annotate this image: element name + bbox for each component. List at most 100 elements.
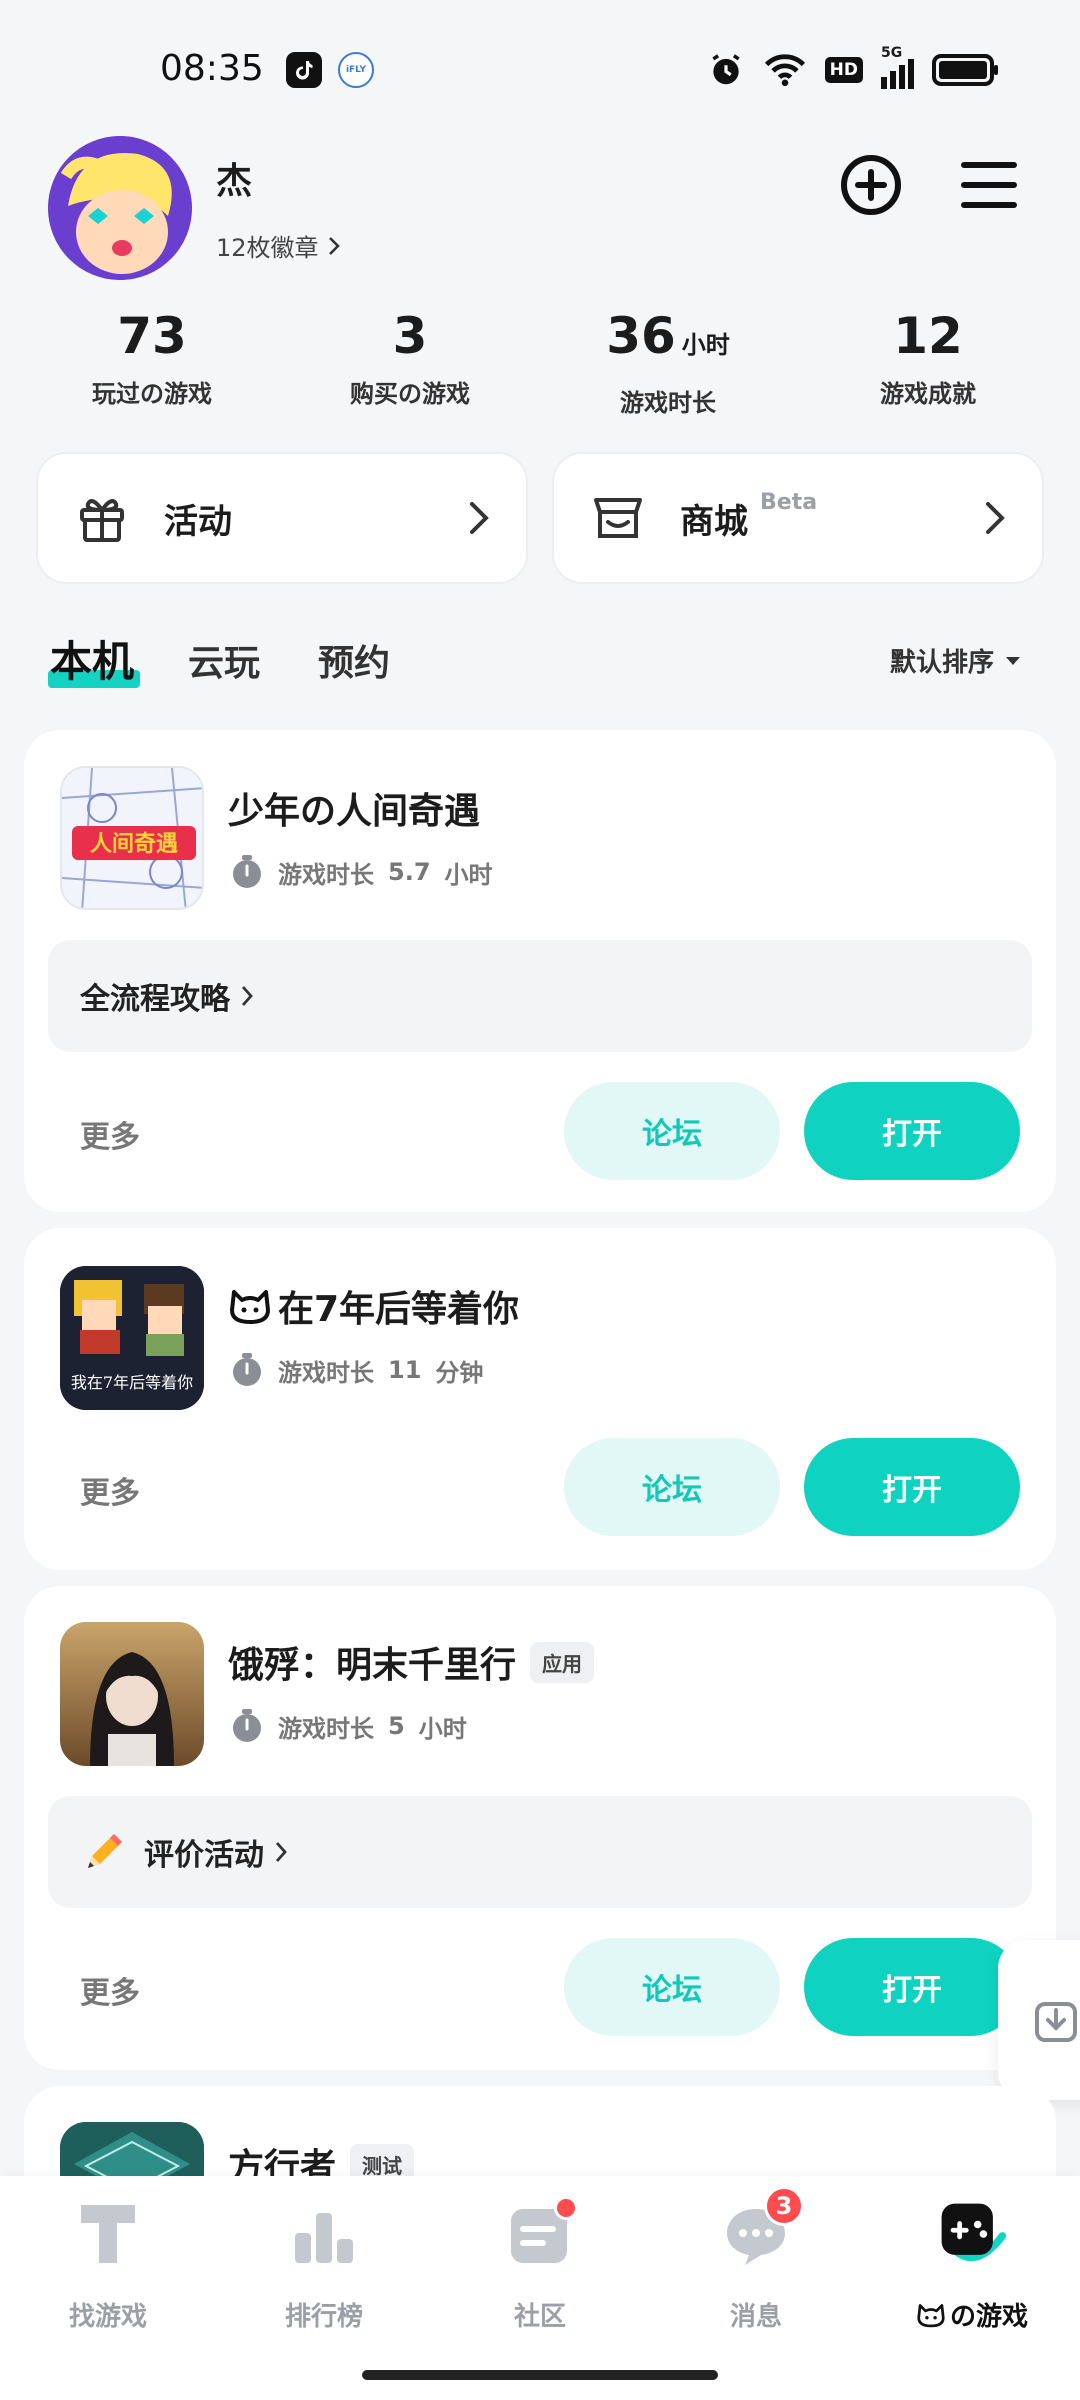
caret-down-icon bbox=[1006, 656, 1020, 665]
activity-label: 活动 bbox=[164, 501, 232, 542]
forum-button[interactable]: 论坛 bbox=[564, 1438, 780, 1536]
forum-button[interactable]: 论坛 bbox=[564, 1082, 780, 1180]
playtime-unit: 分钟 bbox=[435, 1358, 484, 1387]
badges-link[interactable]: 12枚徽章 bbox=[216, 228, 341, 263]
nav-messages[interactable]: 3 消息 bbox=[648, 2186, 864, 2333]
find-game-icon bbox=[70, 2196, 146, 2272]
guide-label: 全流程攻略 bbox=[80, 982, 230, 1017]
more-button[interactable]: 更多 bbox=[80, 1468, 140, 1512]
stat-value: 3 bbox=[392, 307, 428, 365]
stat-label: 游戏成就 bbox=[880, 380, 976, 408]
stat-purchased-games[interactable]: 3 购买の游戏 bbox=[280, 306, 540, 409]
playtime-value: 5 bbox=[388, 1712, 405, 1740]
chevron-right-icon bbox=[275, 1842, 287, 1862]
game-title-text: 少年の人间奇遇 bbox=[228, 791, 481, 832]
community-icon bbox=[502, 2196, 578, 2272]
stat-unit: 小时 bbox=[681, 331, 730, 359]
stopwatch-icon bbox=[233, 1709, 261, 1742]
playtime: 游戏时长 5.7 小时 bbox=[230, 854, 493, 890]
status-icons: HD 5G bbox=[707, 45, 1000, 90]
shop-card[interactable]: 商城 Beta bbox=[552, 452, 1044, 584]
nav-community[interactable]: 社区 bbox=[432, 2196, 648, 2333]
nav-my-games[interactable]: の游戏 bbox=[864, 2196, 1080, 2333]
stat-value: 36 bbox=[606, 307, 676, 365]
stat-value: 73 bbox=[117, 307, 187, 365]
tab-cloud[interactable]: 云玩 bbox=[188, 634, 260, 686]
tiktok-icon bbox=[286, 52, 322, 88]
open-button[interactable]: 打开 bbox=[804, 1438, 1020, 1536]
alarm-icon bbox=[712, 54, 740, 85]
more-button[interactable]: 更多 bbox=[80, 1968, 140, 2012]
signal-icon: 5G bbox=[881, 45, 914, 89]
nav-label: 社区 bbox=[513, 2302, 566, 2332]
nav-label: 找游戏 bbox=[68, 2302, 147, 2332]
hamburger-menu-icon bbox=[961, 162, 1017, 208]
download-icon bbox=[1035, 2002, 1077, 2042]
notification-dot bbox=[554, 2196, 578, 2220]
playtime-unit: 小时 bbox=[418, 1714, 467, 1743]
chevron-right-icon bbox=[470, 502, 489, 534]
message-icon: 3 bbox=[718, 2186, 804, 2272]
activity-card[interactable]: 活动 bbox=[36, 452, 528, 584]
chevron-right-icon bbox=[328, 236, 340, 255]
cat-logo-icon bbox=[230, 1290, 270, 1324]
beta-tag: Beta bbox=[760, 490, 818, 515]
ifly-icon: iFLY bbox=[338, 52, 374, 88]
stopwatch-icon bbox=[233, 1353, 261, 1386]
ranking-icon bbox=[286, 2196, 362, 2272]
battery-icon bbox=[932, 54, 998, 86]
open-button[interactable]: 打开 bbox=[804, 1082, 1020, 1180]
add-button[interactable] bbox=[838, 152, 904, 218]
stopwatch-icon bbox=[233, 855, 261, 888]
nav-ranking[interactable]: 排行榜 bbox=[216, 2196, 432, 2333]
wifi-icon bbox=[764, 54, 805, 87]
sort-dropdown[interactable]: 默认排序 bbox=[890, 642, 1022, 679]
open-button[interactable]: 打开 bbox=[804, 1938, 1020, 2036]
nav-label: の游戏 bbox=[949, 2302, 1028, 2332]
home-indicator[interactable] bbox=[362, 2370, 718, 2380]
review-activity-label: 评价活动 bbox=[144, 1838, 264, 1873]
chevron-right-icon bbox=[241, 986, 253, 1006]
game-title[interactable]: 少年の人间奇遇 bbox=[228, 782, 480, 834]
tab-local[interactable]: 本机 bbox=[50, 628, 134, 689]
gift-icon bbox=[80, 499, 124, 542]
playtime-label: 游戏时长 bbox=[278, 1714, 374, 1743]
forum-button[interactable]: 论坛 bbox=[564, 1938, 780, 2036]
playtime-value: 5.7 bbox=[388, 858, 431, 886]
game-icon[interactable]: 我在7年后等着你 bbox=[60, 1266, 204, 1410]
more-button[interactable]: 更多 bbox=[80, 1112, 140, 1156]
playtime-label: 游戏时长 bbox=[278, 860, 374, 889]
guide-link[interactable]: 全流程攻略 bbox=[48, 940, 1032, 1052]
menu-button[interactable] bbox=[956, 152, 1022, 218]
game-icon[interactable]: 人间奇遇 bbox=[60, 766, 204, 910]
stat-play-time[interactable]: 36 小时 游戏时长 bbox=[538, 306, 798, 418]
download-float-button[interactable] bbox=[998, 1940, 1080, 2100]
badges-text: 12枚徽章 bbox=[216, 234, 319, 262]
stat-label: 玩过の游戏 bbox=[92, 380, 212, 408]
stat-label: 游戏时长 bbox=[620, 389, 716, 417]
tab-reserve[interactable]: 预约 bbox=[318, 634, 390, 686]
sort-label: 默认排序 bbox=[889, 648, 994, 678]
game-title-text: 在7年后等着你 bbox=[278, 1289, 520, 1330]
review-activity-link[interactable]: 评价活动 bbox=[48, 1796, 1032, 1908]
game-title-text: 饿殍：明末千里行 bbox=[228, 1645, 517, 1686]
message-badge: 3 bbox=[764, 2186, 804, 2226]
playtime: 游戏时长 11 分钟 bbox=[230, 1352, 483, 1388]
game-title[interactable]: 饿殍：明末千里行 应用 bbox=[228, 1636, 595, 1688]
username: 杰 bbox=[216, 161, 253, 202]
stat-played-games[interactable]: 73 玩过の游戏 bbox=[22, 306, 282, 409]
stat-value: 12 bbox=[893, 307, 963, 365]
stat-achievements[interactable]: 12 游戏成就 bbox=[798, 306, 1058, 409]
status-time: 08:35 bbox=[160, 48, 264, 89]
stat-label: 购买の游戏 bbox=[350, 380, 470, 408]
app-tag: 应用 bbox=[530, 1641, 595, 1683]
nav-label: 排行榜 bbox=[284, 2302, 363, 2332]
playtime-label: 游戏时长 bbox=[278, 1358, 374, 1387]
nav-find-games[interactable]: 找游戏 bbox=[0, 2196, 216, 2333]
game-icon[interactable] bbox=[60, 1622, 204, 1766]
game-title[interactable]: 在7年后等着你 bbox=[228, 1280, 519, 1332]
cat-logo-icon bbox=[917, 2303, 945, 2327]
my-games-icon bbox=[934, 2196, 1010, 2272]
chevron-right-icon bbox=[986, 502, 1005, 534]
avatar[interactable] bbox=[48, 136, 192, 280]
